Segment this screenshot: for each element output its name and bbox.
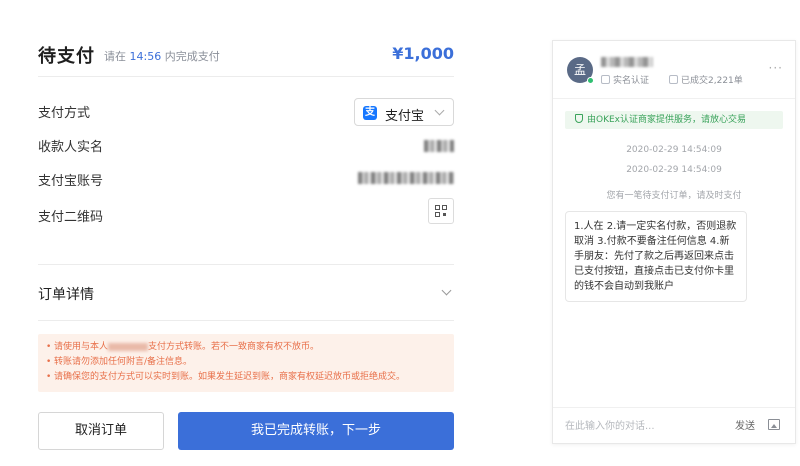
payment-method-value: 支付宝 [385,109,425,124]
chat-panel: 孟 实名认证 已成交2,221单 ··· 由OKEx认证商家提供服务，请放心交易… [552,40,796,444]
payee-name-row: 收款人实名 [38,132,454,158]
payment-method-row: 支付方式 支 支付宝 [38,98,454,126]
notice-line-2: 转账请勿添加任何附言/备注信息。 [46,355,446,370]
payment-notice: 请使用与本人 支付方式转账。若不一致商家有权不放币。 转账请勿添加任何附言/备注信… [38,334,454,392]
safety-banner: 由OKEx认证商家提供服务，请放心交易 [565,111,783,129]
order-amount: ¥1,000 [392,44,454,63]
payee-name-label: 收款人实名 [38,140,104,155]
notice-line-1-b: 支付方式转账。若不一致商家有权不放币。 [148,342,320,352]
payment-panel: 待支付 请在 14:56 内完成支付 ¥1,000 支付方式 支 支付宝 收款人… [38,0,454,466]
safety-banner-text: 由OKEx认证商家提供服务，请放心交易 [587,115,746,125]
confirm-transfer-button[interactable]: 我已完成转账，下一步 [178,412,454,450]
alipay-account-row: 支付宝账号 [38,166,454,192]
message-timestamp: 2020-02-29 14:54:09 [626,165,722,175]
completed-deals-label: 已成交2,221单 [681,76,743,86]
page-title: 待支付 [38,46,95,67]
alipay-account-redacted [358,172,454,184]
alipay-icon: 支 [363,106,377,120]
deadline-time: 14:56 [129,50,162,63]
id-card-icon [601,75,610,84]
shield-icon [575,114,583,123]
notice-line-3: 请确保您的支付方式可以实时到账。如果发生延迟到账，商家有权延迟放币或拒绝成交。 [46,370,446,385]
payment-method-label: 支付方式 [38,106,91,121]
cancel-order-button[interactable]: 取消订单 [38,412,164,450]
payee-name-redacted [424,140,454,152]
merchant-header: 孟 实名认证 已成交2,221单 ··· [553,41,795,99]
merchant-name-redacted [601,57,653,67]
qrcode-icon [435,205,447,217]
verified-label: 实名认证 [613,76,650,86]
qrcode-row: 支付二维码 [38,198,454,228]
chat-input[interactable] [565,418,715,434]
more-icon[interactable]: ··· [769,61,783,75]
online-status-icon [587,77,594,84]
alipay-account-label: 支付宝账号 [38,174,104,189]
send-button[interactable]: 发送 [735,417,755,432]
deadline-prefix: 请在 [104,50,126,63]
completed-deals: 已成交2,221单 [669,73,743,86]
section-divider [38,264,454,265]
chat-message: 1.人在 2.请一定实名付款，否则退款取消 3.付款不要备注任何信息 4.新手朋… [565,211,747,302]
deadline-suffix: 内完成支付 [164,50,220,63]
payment-method-select[interactable]: 支 支付宝 [354,98,454,126]
message-timestamp: 2020-02-29 14:54:09 [626,145,722,155]
order-details-label: 订单详情 [38,287,94,303]
qrcode-label: 支付二维码 [38,210,104,225]
system-message: 您有一笔待支付订单，请及时支付 [606,191,742,201]
deals-icon [669,75,678,84]
order-details-toggle[interactable]: 订单详情 [38,278,454,308]
qrcode-button[interactable] [428,198,454,224]
notice-line-1-a: 请使用与本人 [54,342,109,352]
chat-input-bar: 发送 [553,407,795,443]
notice-line-1: 请使用与本人 支付方式转账。若不一致商家有权不放币。 [46,340,446,355]
payment-header: 待支付 请在 14:56 内完成支付 ¥1,000 [38,42,454,67]
chevron-down-icon [434,105,445,116]
order-divider [38,320,454,321]
verified-badge: 实名认证 [601,73,649,86]
header-divider [38,76,454,77]
chevron-down-icon [441,285,452,296]
image-upload-icon[interactable] [768,419,780,430]
payment-deadline: 请在 14:56 内完成支付 [104,48,220,64]
notice-redacted [108,342,149,351]
